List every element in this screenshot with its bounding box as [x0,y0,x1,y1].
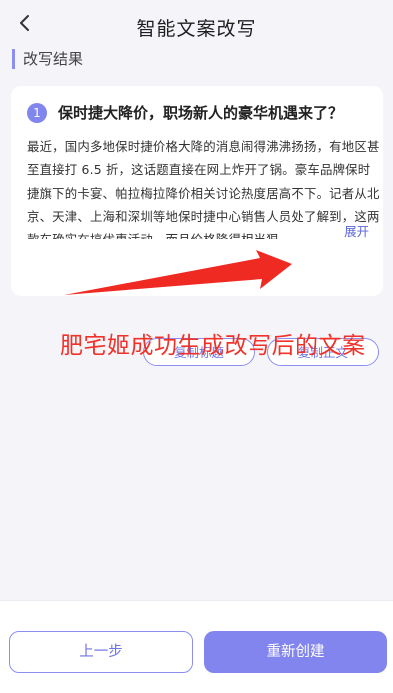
annotation-text: 肥宅姬成功生成改写后的文案 [60,333,366,359]
header: 智能文案改写 [0,0,393,50]
result-index-badge: 1 [27,103,47,123]
result-card: 1 保时捷大降价，职场新人的豪华机遇来了？ 最近，国内多地保时捷价格大降的消息闹… [11,86,383,366]
result-title: 保时捷大降价，职场新人的豪华机遇来了？ [58,104,344,122]
recreate-button[interactable]: 重新创建 [204,631,387,673]
page-title: 智能文案改写 [136,18,257,40]
result-body: 最近，国内多地保时捷价格大降的消息闹得沸沸扬扬，有地区甚至直接打 6.5 折，这… [27,139,380,239]
previous-step-button[interactable]: 上一步 [9,631,193,673]
section-label: 改写结果 [12,49,83,69]
footer-bar: 上一步 重新创建 [0,600,393,693]
expand-link[interactable]: 展开 [340,223,369,241]
